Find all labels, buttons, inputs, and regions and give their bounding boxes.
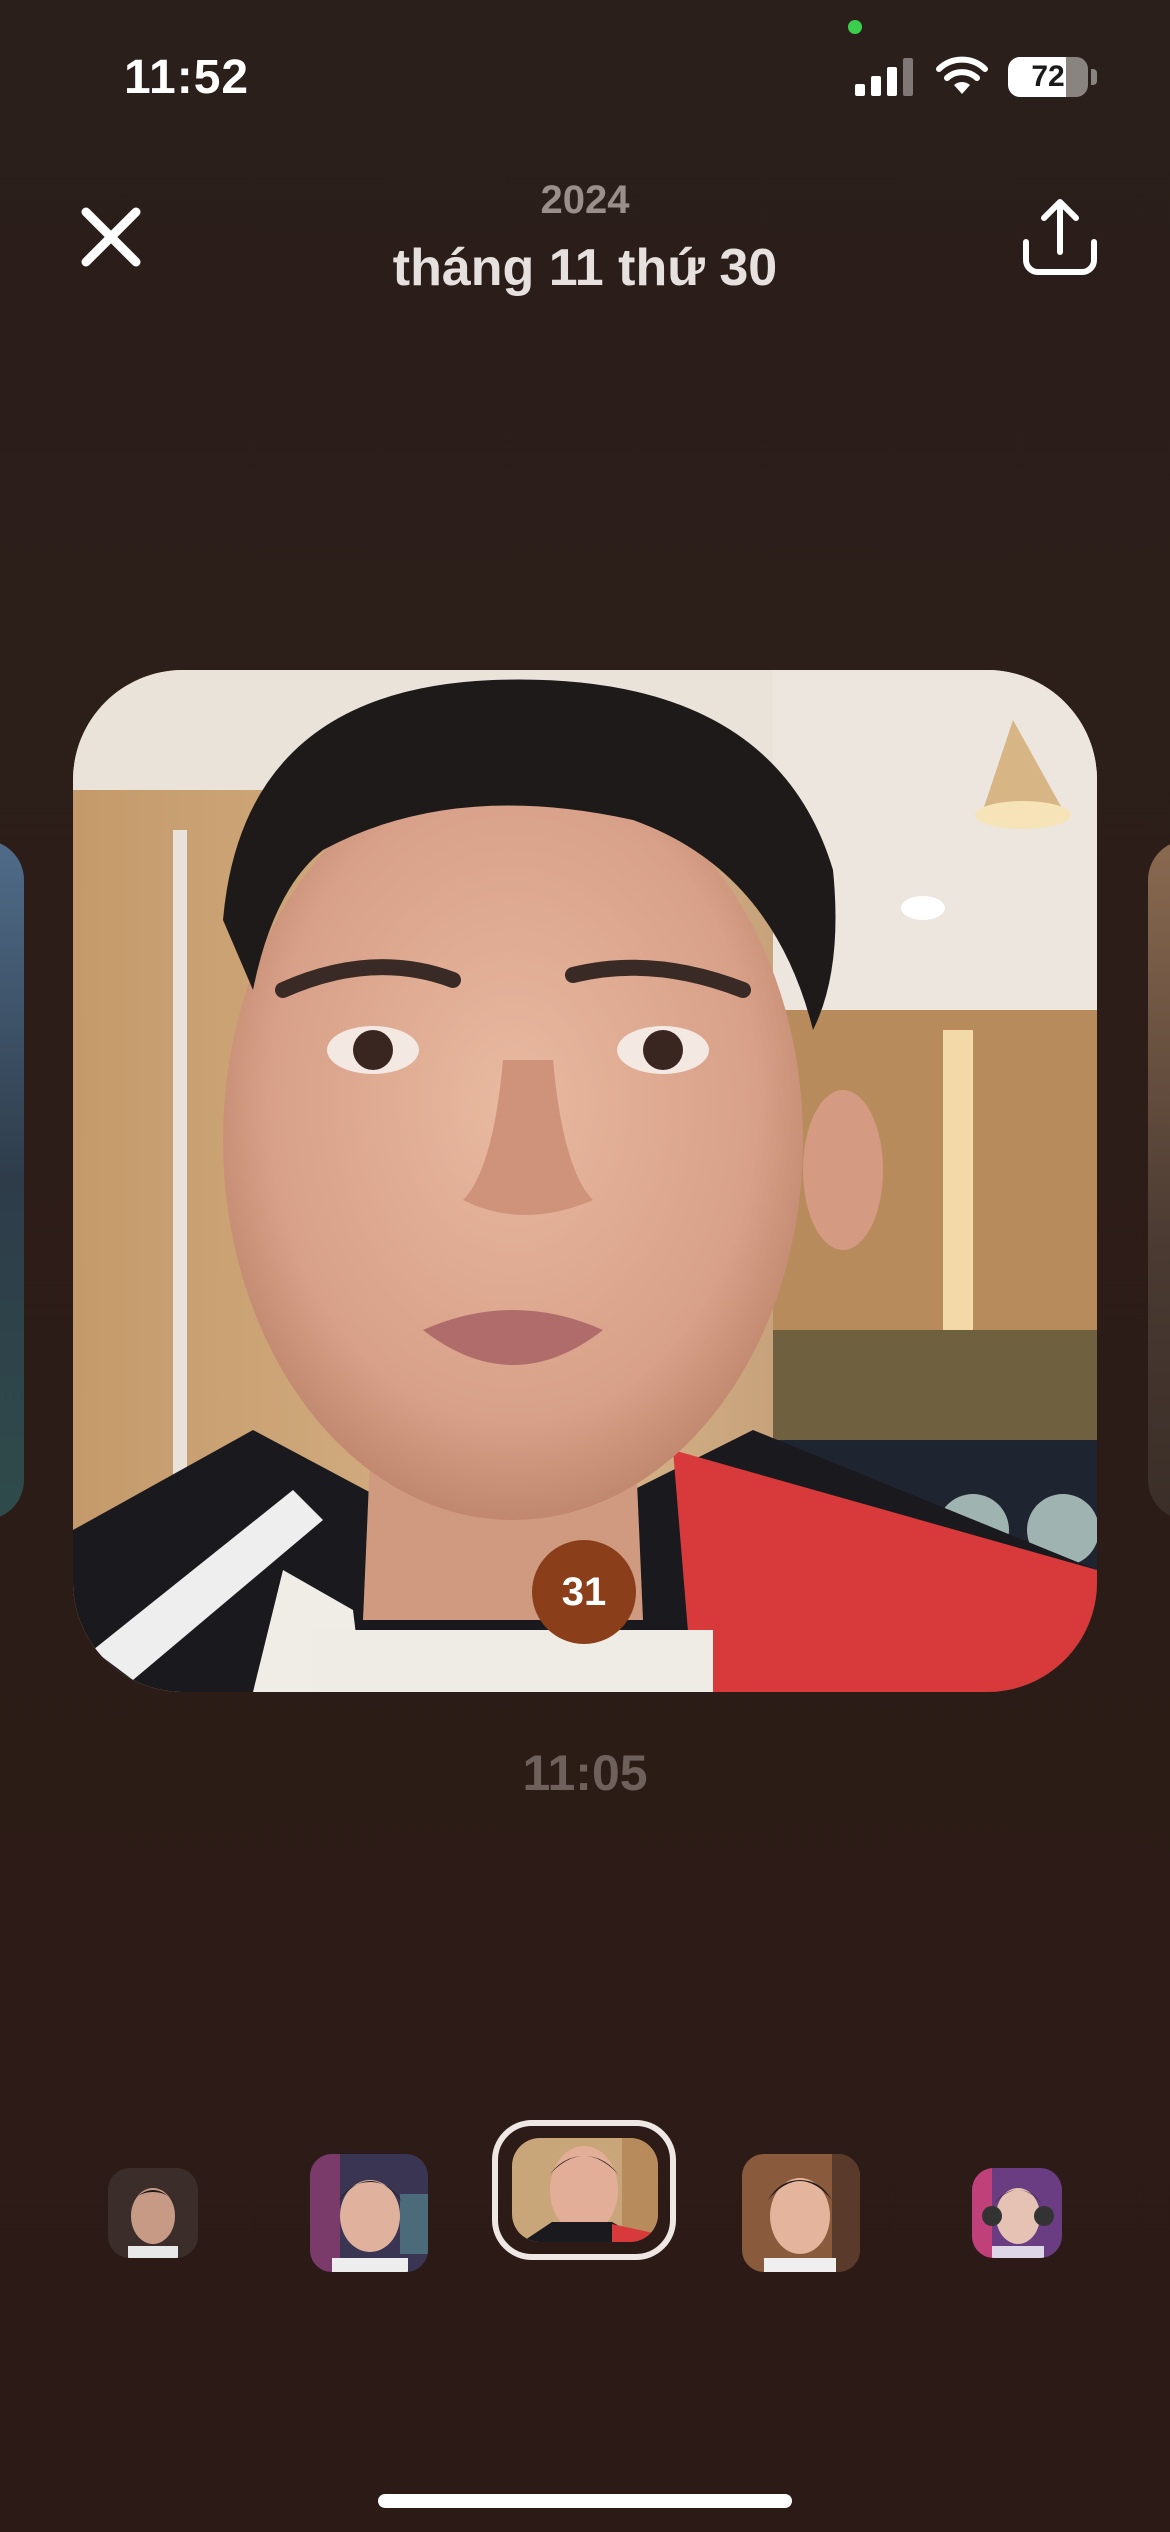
cellular-signal-icon (855, 58, 913, 96)
status-time: 11:52 (124, 51, 250, 104)
battery-level: 72 (1031, 60, 1065, 93)
thumbnail-image (310, 2154, 428, 2272)
thumbnail-image (108, 2168, 198, 2258)
camera-in-use-indicator (848, 20, 862, 34)
selfie-image (73, 670, 1097, 1692)
main-photo[interactable] (73, 670, 1097, 1692)
photo-viewer-screen: 11:52 72 2024 tháng 11 thứ 30 31 11:05 (0, 0, 1170, 2532)
day-badge: 31 (532, 1540, 636, 1644)
photo-thumb-4[interactable] (742, 2154, 860, 2272)
home-indicator[interactable] (378, 2494, 792, 2508)
capture-time: 11:05 (522, 1745, 648, 1801)
date-title: tháng 11 thứ 30 (392, 239, 778, 297)
thumbnail-image (742, 2154, 860, 2272)
next-photo-peek[interactable] (1148, 840, 1170, 1520)
photo-thumb-2[interactable] (310, 2154, 428, 2272)
battery-icon: 72 (1008, 57, 1088, 97)
photo-thumb-3[interactable] (512, 2138, 658, 2242)
share-upload-icon (1023, 199, 1097, 275)
thumbnail-image (512, 2138, 658, 2242)
battery-cap (1091, 69, 1097, 85)
share-button[interactable] (1018, 196, 1102, 280)
year-label: 2024 (540, 178, 630, 222)
previous-photo-peek[interactable] (0, 840, 24, 1520)
thumbnail-image (972, 2168, 1062, 2258)
photo-thumb-1[interactable] (108, 2168, 198, 2258)
photo-thumb-5[interactable] (972, 2168, 1062, 2258)
wifi-icon (936, 56, 988, 94)
